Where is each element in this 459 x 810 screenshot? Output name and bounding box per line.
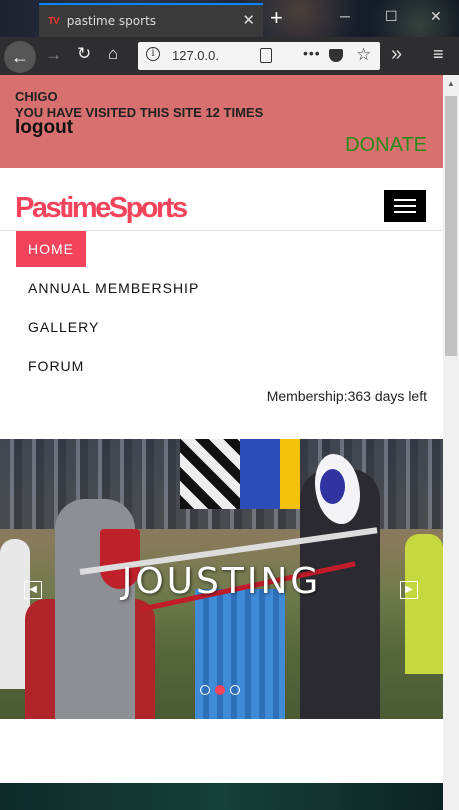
reload-icon[interactable]: ↻ bbox=[77, 44, 91, 64]
scroll-up-icon[interactable]: ▲ bbox=[447, 79, 455, 88]
back-icon[interactable]: ← bbox=[4, 41, 36, 73]
web-page: CHIGO YOU HAVE VISITED THIS SITE 12 TIME… bbox=[0, 75, 443, 810]
new-tab-icon[interactable]: + bbox=[270, 5, 283, 31]
nav-item-gallery[interactable]: GALLERY bbox=[16, 309, 211, 345]
logout-link[interactable]: logout bbox=[15, 117, 73, 139]
forward-icon[interactable]: → bbox=[45, 45, 62, 65]
carousel-dot[interactable] bbox=[200, 685, 210, 695]
pocket-icon[interactable] bbox=[329, 49, 343, 62]
carousel-dot[interactable] bbox=[230, 685, 240, 695]
carousel-indicators bbox=[200, 685, 240, 695]
main-nav-menu: HOME ANNUAL MEMBERSHIP GALLERY FORUM bbox=[16, 231, 211, 387]
nav-item-home[interactable]: HOME bbox=[16, 231, 86, 267]
maximize-icon[interactable]: ☐ bbox=[385, 8, 398, 25]
nav-item-annual-membership[interactable]: ANNUAL MEMBERSHIP bbox=[16, 270, 211, 306]
hamburger-line bbox=[394, 205, 416, 207]
browser-tab[interactable]: TV pastime sports ✕ bbox=[39, 3, 263, 37]
bookmark-star-icon[interactable]: ☆ bbox=[356, 45, 371, 65]
carousel-prev-icon[interactable]: ◀ bbox=[24, 581, 42, 599]
site-favicon-icon: TV bbox=[48, 15, 60, 27]
address-bar[interactable]: i 127.0.0. ••• ☆ bbox=[138, 42, 380, 70]
site-brand-logo[interactable]: PastimeSports bbox=[15, 192, 188, 225]
tab-title: pastime sports bbox=[66, 14, 157, 28]
nav-item-forum[interactable]: FORUM bbox=[16, 348, 211, 384]
tab-close-icon[interactable]: ✕ bbox=[242, 11, 255, 29]
reader-view-icon[interactable] bbox=[260, 48, 272, 63]
minimize-icon[interactable]: ─ bbox=[340, 8, 350, 24]
donate-link[interactable]: DONATE bbox=[345, 134, 427, 157]
overflow-chevron-icon[interactable]: » bbox=[391, 43, 402, 66]
browser-menu-icon[interactable]: ≡ bbox=[433, 44, 444, 65]
carousel-caption: JOUSTING bbox=[121, 561, 322, 602]
site-info-icon[interactable]: i bbox=[146, 47, 160, 61]
username-label: CHIGO bbox=[15, 89, 58, 104]
hamburger-line bbox=[394, 211, 416, 213]
url-text: 127.0.0. bbox=[172, 48, 219, 63]
home-icon[interactable]: ⌂ bbox=[108, 44, 118, 64]
carousel-next-icon[interactable]: ▶ bbox=[400, 581, 418, 599]
scrollbar-thumb[interactable] bbox=[445, 96, 457, 356]
page-scrollbar[interactable]: ▲ bbox=[443, 75, 459, 810]
page-actions-icon[interactable]: ••• bbox=[303, 45, 321, 61]
carousel-dot-active[interactable] bbox=[215, 685, 225, 695]
next-section-image bbox=[0, 783, 443, 810]
user-info-bar: CHIGO YOU HAVE VISITED THIS SITE 12 TIME… bbox=[0, 75, 443, 168]
navbar-toggler-button[interactable] bbox=[384, 190, 426, 222]
hamburger-line bbox=[394, 199, 416, 201]
image-carousel[interactable]: JOUSTING ◀ ▶ bbox=[0, 439, 443, 719]
window-close-icon[interactable]: ✕ bbox=[430, 8, 442, 25]
membership-status-text: Membership:363 days left bbox=[266, 388, 427, 404]
